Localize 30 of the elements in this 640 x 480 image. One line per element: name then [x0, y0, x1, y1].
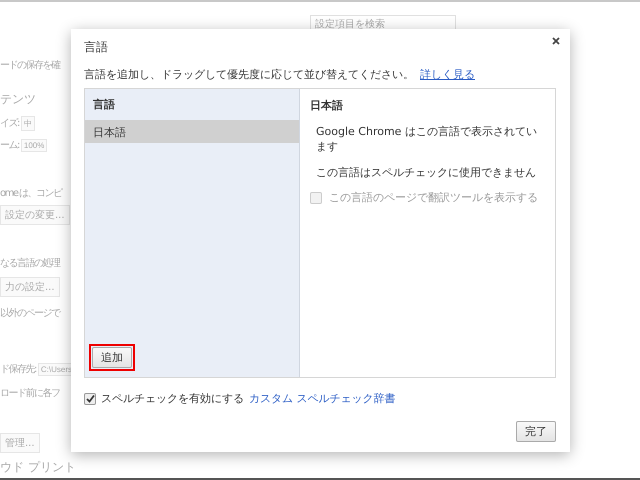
- section-heading: テンツ: [0, 90, 36, 108]
- spellcheck-checkbox[interactable]: [84, 392, 96, 404]
- dialog-title: 言語: [84, 39, 109, 56]
- setting-label: ロード前に各フ: [0, 387, 60, 400]
- setting-label: イズ:: [0, 117, 19, 130]
- section-heading: ウド プリント: [0, 458, 76, 476]
- setting-label: ome は、コンピ: [0, 187, 62, 200]
- setting-label: なる言語の処理: [0, 256, 60, 270]
- setting-field[interactable]: 100%: [20, 138, 48, 152]
- add-button[interactable]: 追加: [92, 347, 132, 368]
- dialog-description: 言語を追加し、ドラッグして優先度に応じて並び替えてください。: [84, 67, 414, 82]
- list-header: 言語: [92, 97, 116, 113]
- custom-dictionary-link[interactable]: カスタム スペルチェック辞書: [249, 391, 396, 406]
- checkbox-label: スペルチェックを有効にする: [101, 391, 244, 406]
- language-title: 日本語: [310, 98, 344, 113]
- setting-label: 以外のページで: [0, 306, 60, 320]
- setting-field[interactable]: 中: [20, 116, 35, 130]
- learn-more-link[interactable]: 詳しく見る: [420, 67, 475, 82]
- language-info: この言語はスペルチェックに使用できません: [315, 165, 537, 180]
- setting-button[interactable]: 設定の変更...: [0, 205, 70, 225]
- setting-button[interactable]: 管理...: [0, 433, 40, 453]
- done-button[interactable]: 完了: [516, 421, 556, 442]
- setting-label: ードの保存を確: [0, 59, 60, 72]
- language-info: Google Chrome はこの言語で表示されています: [315, 124, 538, 154]
- setting-button[interactable]: 力の設定...: [0, 277, 60, 297]
- checkbox-label: この言語のページで翻訳ツールを表示する: [329, 190, 538, 205]
- close-icon[interactable]: [552, 37, 560, 45]
- setting-label: ーム:: [0, 139, 19, 152]
- language-item[interactable]: 日本語: [85, 120, 299, 143]
- setting-label: ド保存先:: [0, 362, 36, 376]
